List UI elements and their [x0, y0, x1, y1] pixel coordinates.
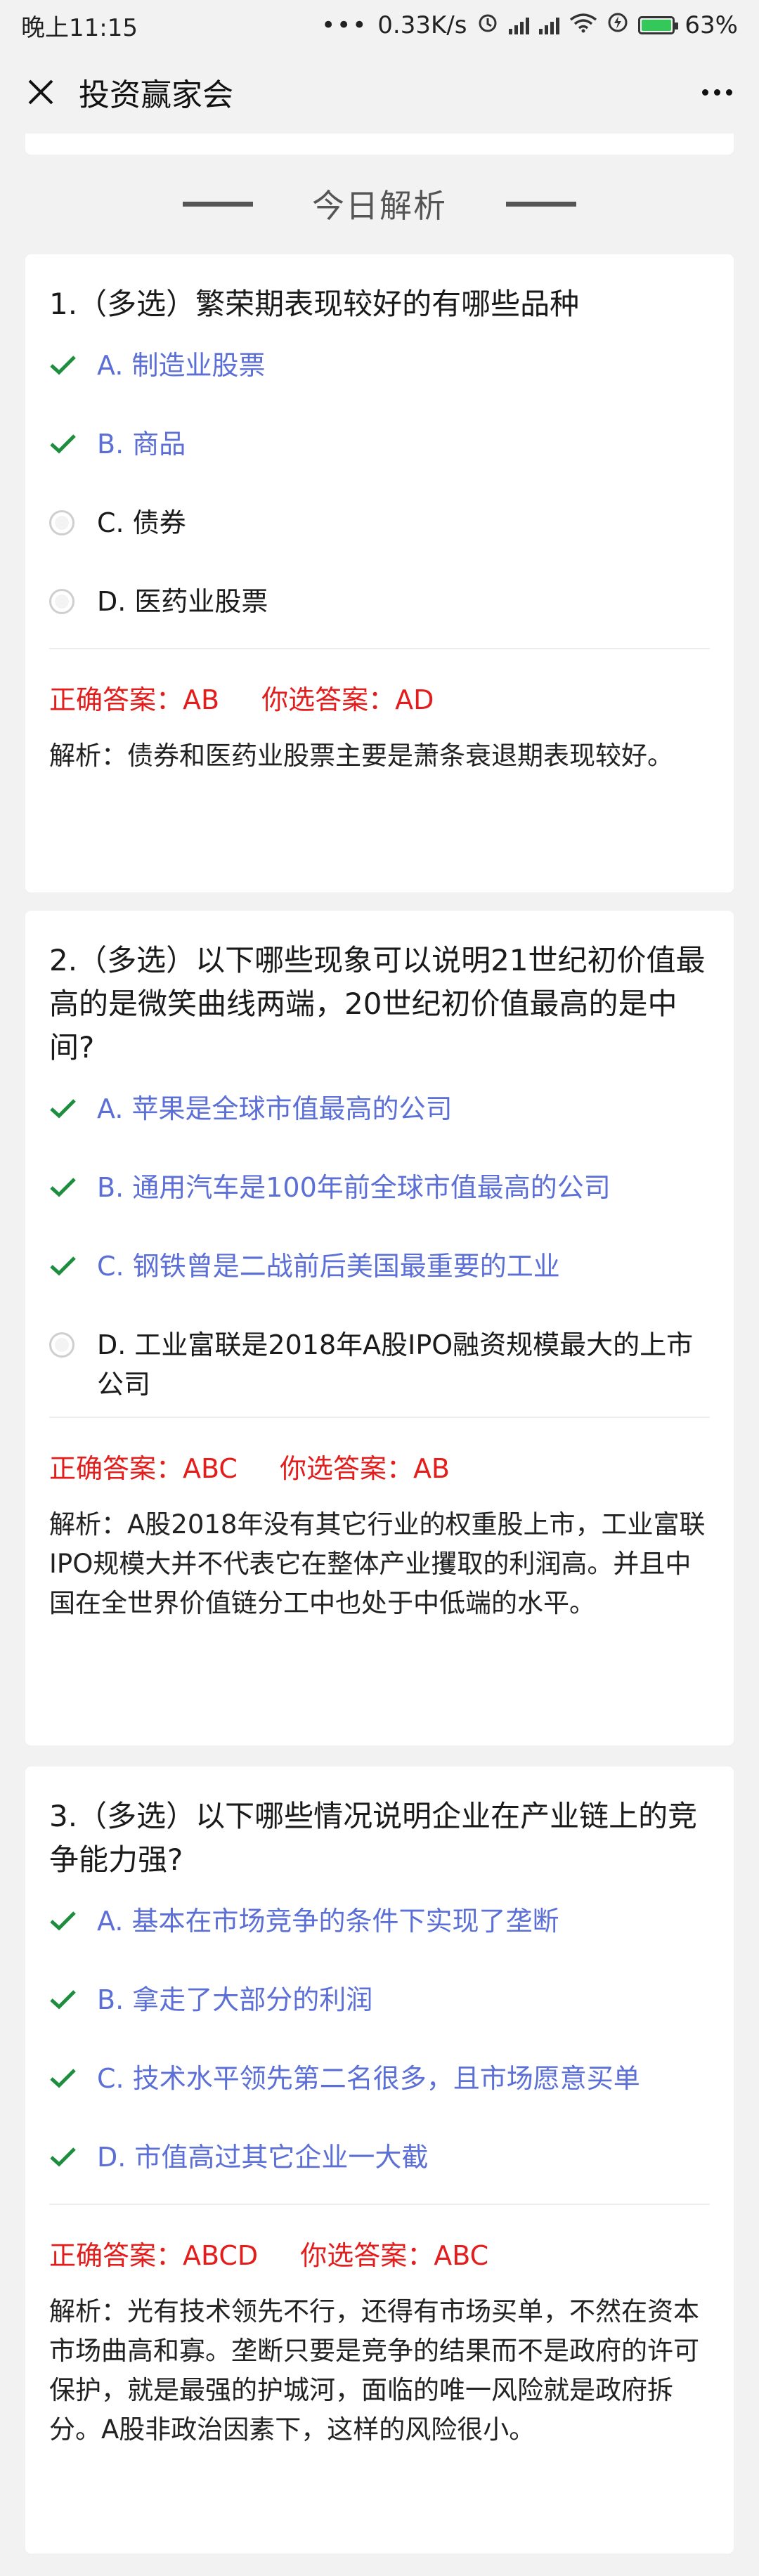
question-card-1: 1.（多选）繁荣期表现较好的有哪些品种 A. 制造业股票 B. 商品 C. 债券… — [25, 254, 734, 892]
section-title: 今日解析 — [312, 187, 447, 225]
charging-icon — [607, 11, 628, 39]
check-icon — [50, 2147, 76, 2167]
signal-icon — [509, 16, 530, 34]
alarm-icon — [476, 11, 499, 40]
more-icon — [701, 89, 708, 96]
check-icon — [50, 1911, 76, 1931]
option-c: C. 钢铁曾是二战前后美国最重要的工业 — [49, 1247, 710, 1286]
analysis-text: 解析：债券和医药业股票主要是萧条衰退期表现较好。 — [49, 741, 673, 771]
option-a: A. 基本在市场竞争的条件下实现了垄断 — [49, 1901, 710, 1941]
question-card-3: 3.（多选）以下哪些情况说明企业在产业链上的竞争能力强? A. 基本在市场竞争的… — [25, 1767, 734, 2554]
more-dots-icon: ••• — [321, 11, 368, 39]
your-answer: 你选答案：AB — [279, 1453, 450, 1484]
close-icon — [28, 79, 53, 105]
close-button[interactable] — [21, 72, 60, 112]
question-title: 3.（多选）以下哪些情况说明企业在产业链上的竞争能力强? — [49, 1799, 698, 1877]
wifi-icon — [569, 11, 597, 39]
divider — [49, 2204, 710, 2205]
option-d: D. 医药业股票 — [49, 582, 710, 621]
divider — [49, 1417, 710, 1418]
analysis-text: 解析：A股2018年没有其它行业的权重股上市，工业富联IPO规模大并不代表它在整… — [49, 1509, 706, 1618]
signal-icon — [539, 16, 560, 34]
radio-icon — [49, 510, 74, 535]
page-title: 投资赢家会 — [79, 77, 233, 113]
section-header: 今日解析 — [0, 169, 759, 239]
your-answer: 你选答案：ABC — [300, 2240, 489, 2271]
option-a: A. 制造业股票 — [49, 346, 710, 385]
more-button[interactable] — [696, 72, 738, 112]
status-bar: 晚上11:15 ••• 0.33K/s 63% — [0, 0, 759, 51]
correct-answer: 正确答案：ABC — [49, 1453, 238, 1484]
question-card-2: 2.（多选）以下哪些现象可以说明21世纪初价值最高的是微笑曲线两端，20世纪初价… — [25, 911, 734, 1745]
question-title: 1.（多选）繁荣期表现较好的有哪些品种 — [49, 287, 580, 321]
option-b: B. 拿走了大部分的利润 — [49, 1980, 710, 2019]
your-answer: 你选答案：AD — [261, 684, 434, 715]
option-b: B. 通用汽车是100年前全球市值最高的公司 — [49, 1168, 710, 1207]
option-c: C. 技术水平领先第二名很多，且市场愿意买单 — [49, 2059, 710, 2098]
analysis-text: 解析：光有技术领先不行，还得有市场买单，不然在资本市场曲高和寡。垄断只要是竞争的… — [49, 2296, 699, 2445]
question-title: 2.（多选）以下哪些现象可以说明21世纪初价值最高的是微笑曲线两端，20世纪初价… — [49, 943, 706, 1065]
radio-icon — [49, 1332, 74, 1358]
option-a: A. 苹果是全球市值最高的公司 — [49, 1089, 710, 1128]
radio-icon — [49, 589, 74, 614]
option-d: D. 工业富联是2018年A股IPO融资规模最大的上市公司 — [49, 1325, 710, 1404]
network-speed: 0.33K/s — [377, 11, 467, 39]
divider — [183, 201, 253, 207]
check-icon — [50, 1990, 76, 2010]
check-icon — [50, 1178, 76, 1197]
check-icon — [50, 356, 76, 375]
check-icon — [50, 1099, 76, 1119]
divider — [506, 201, 576, 207]
status-time: 晚上11:15 — [21, 13, 138, 42]
battery-level: 63% — [685, 11, 738, 39]
check-icon — [50, 2069, 76, 2088]
previous-card-tail — [25, 134, 734, 155]
battery-icon — [638, 16, 679, 34]
check-icon — [50, 1256, 76, 1276]
check-icon — [50, 434, 76, 454]
option-b: B. 商品 — [49, 424, 710, 464]
option-d: D. 市值高过其它企业一大截 — [49, 2138, 710, 2177]
nav-bar: 投资赢家会 — [0, 51, 759, 134]
correct-answer: 正确答案：ABCD — [49, 2240, 259, 2271]
option-c: C. 债券 — [49, 503, 710, 542]
divider — [49, 648, 710, 649]
correct-answer: 正确答案：AB — [49, 684, 220, 715]
